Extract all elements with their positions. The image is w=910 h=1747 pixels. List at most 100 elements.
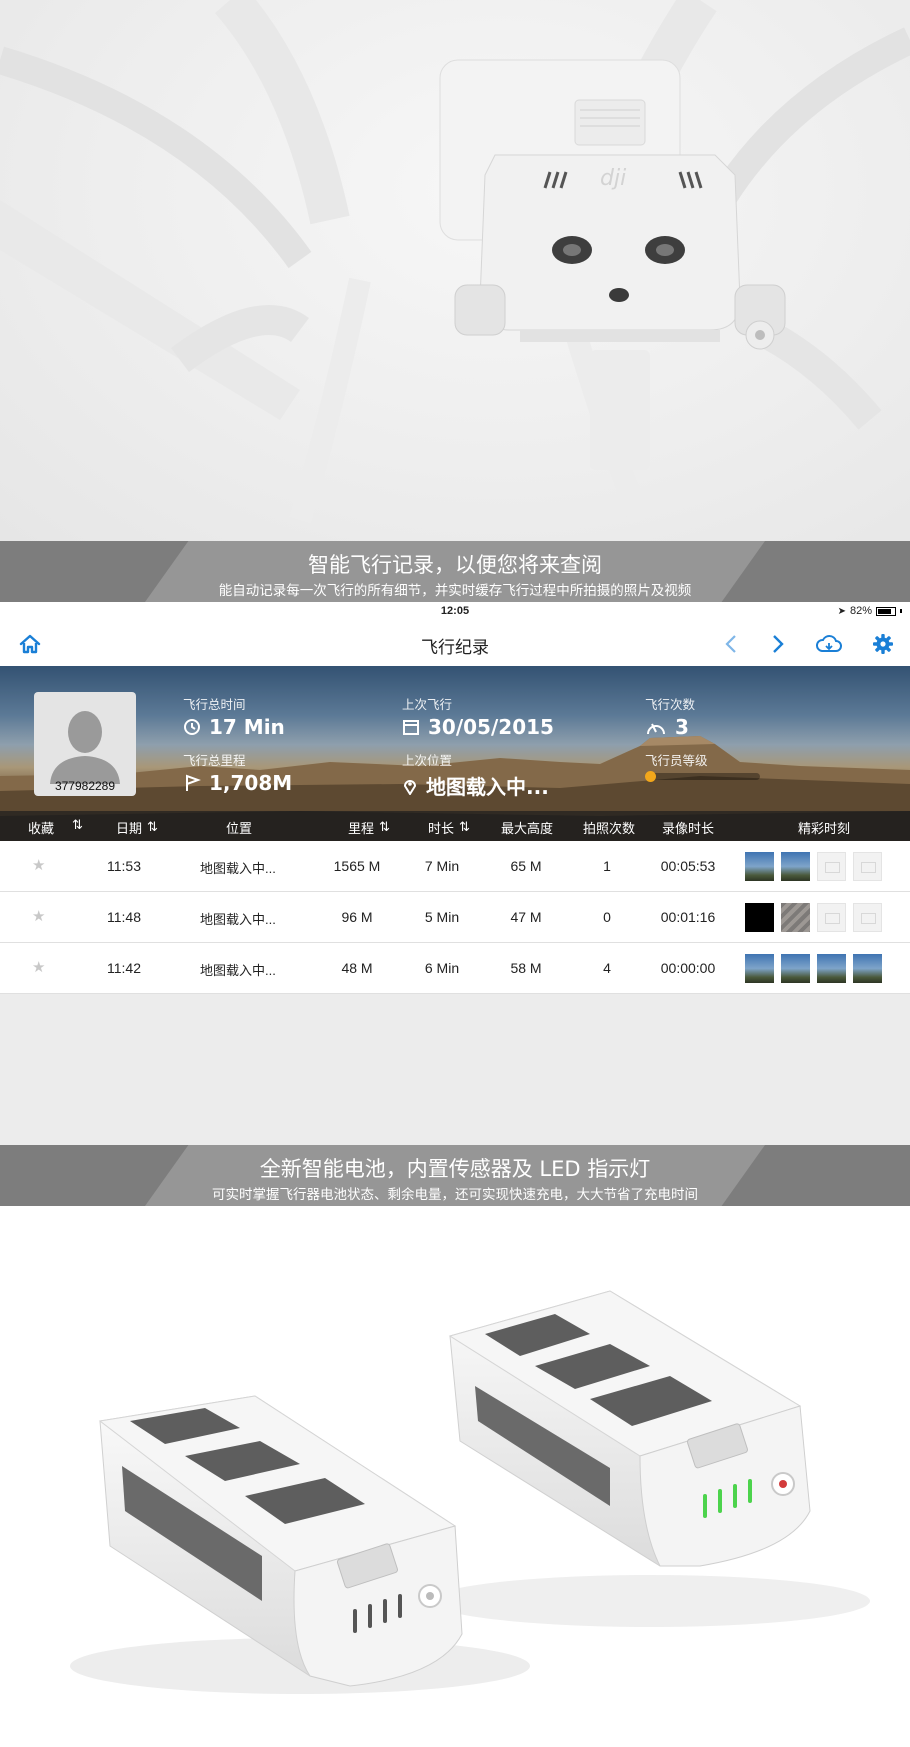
dji-logo: dji: [600, 166, 626, 191]
gauge-icon: [647, 723, 665, 735]
highlight-thumbnail[interactable]: [781, 852, 810, 881]
highlight-thumbnail[interactable]: [781, 954, 810, 983]
favorite-star-icon[interactable]: ★: [32, 907, 45, 925]
sort-favorite-icon[interactable]: ⇅: [72, 818, 83, 833]
highlight-thumbnail[interactable]: [745, 852, 774, 881]
user-id: 377982289: [54, 779, 116, 793]
table-row[interactable]: ★ 11:53 地图载入中... 1565 M 7 Min 65 M 1 00:…: [0, 841, 910, 892]
header-duration[interactable]: 时长 ⇅: [428, 818, 470, 837]
table-row[interactable]: ★ 11:48 地图载入中... 96 M 5 Min 47 M 0 00:01…: [0, 892, 910, 943]
row-altitude: 65 M: [510, 858, 542, 874]
chevron-right-icon: [773, 634, 784, 653]
row-duration: 7 Min: [424, 858, 460, 874]
stat-value: 地图载入中...: [426, 775, 549, 799]
battery-product-image: [0, 1206, 910, 1747]
stat-value: 1,708M: [209, 771, 293, 795]
settings-button[interactable]: [863, 621, 903, 666]
battery-icon: [876, 606, 896, 616]
highlight-placeholder-icon: [817, 903, 846, 932]
stat-pilot-level: 飞行员等级: [645, 750, 708, 769]
drone-hero-image: dji: [0, 0, 910, 541]
stat-label: 飞行次数: [645, 697, 696, 712]
stat-total-time: 飞行总时间 17 Min: [183, 694, 285, 739]
clock-icon: [184, 719, 200, 735]
row-time: 11:48: [107, 909, 141, 925]
row-altitude: 47 M: [510, 909, 542, 925]
pilot-level-bar: [645, 771, 760, 782]
header-label: 里程: [348, 822, 375, 837]
stat-total-distance: 飞行总里程 1,708M: [183, 750, 292, 795]
header-max-altitude: 最大高度: [501, 818, 553, 837]
stat-last-location: 上次位置 地图载入中...: [402, 750, 549, 800]
cloud-sync-button[interactable]: [809, 621, 849, 666]
cloud-sync-icon: [816, 634, 842, 652]
row-duration: 6 Min: [424, 960, 460, 976]
favorite-star-icon[interactable]: ★: [32, 856, 45, 874]
header-date[interactable]: 日期 ⇅: [116, 818, 158, 837]
stat-label: 上次飞行: [402, 697, 453, 712]
highlight-placeholder-icon: [817, 852, 846, 881]
header-label: 精彩时刻: [798, 822, 851, 837]
profile-header: 377982289 飞行总时间 17 Min 上次飞行 30/05/2015 飞…: [0, 666, 910, 841]
banner-subtitle: 可实时掌握飞行器电池状态、剩余电量，还可实现快速充电，大大节省了充电时间: [212, 1187, 698, 1203]
calendar-icon: [403, 720, 419, 735]
stat-label: 飞行员等级: [645, 753, 708, 768]
sort-icon: ⇅: [459, 820, 470, 835]
row-time: 11:53: [107, 858, 141, 874]
banner-subtitle: 能自动记录每一次飞行的所有细节，并实时缓存飞行过程中所拍摄的照片及视频: [218, 583, 692, 599]
favorite-star-icon[interactable]: ★: [32, 958, 45, 976]
stat-value: 17 Min: [209, 715, 285, 739]
header-label: 拍照次数: [583, 822, 636, 837]
banner-title: 全新智能电池，内置传感器及 LED 指示灯: [259, 1157, 651, 1181]
highlight-thumbnail[interactable]: [853, 954, 882, 983]
row-location: 地图载入中...: [200, 912, 276, 927]
highlight-thumbnail[interactable]: [745, 954, 774, 983]
stat-label: 飞行总里程: [183, 753, 246, 768]
chevron-left-icon: [725, 634, 736, 653]
stat-last-flight: 上次飞行 30/05/2015: [402, 694, 554, 739]
highlight-thumbnail[interactable]: [781, 903, 810, 932]
row-altitude: 58 M: [510, 960, 542, 976]
next-button[interactable]: [758, 621, 798, 666]
stat-value: 3: [675, 715, 689, 739]
row-time: 11:42: [107, 960, 141, 976]
row-video-length: 00:00:00: [660, 960, 716, 976]
row-photos: 4: [603, 960, 611, 976]
status-bar: 12:05 ➤ 82%: [0, 602, 910, 621]
status-time: 12:05: [440, 605, 470, 617]
header-label: 最大高度: [501, 822, 554, 837]
flight-log-screen: 12:05 ➤ 82% 飞行纪录 377982289 飞行总时间 17 Min …: [0, 602, 910, 1145]
location-pin-icon: [403, 779, 417, 795]
battery-left: [98, 1395, 463, 1687]
header-label: 时长: [428, 822, 455, 837]
battery-illustration: [70, 1290, 870, 1694]
header-favorite[interactable]: 收藏: [28, 818, 54, 837]
table-row[interactable]: ★ 11:42 地图载入中... 48 M 6 Min 58 M 4 00:00…: [0, 943, 910, 994]
header-video-length: 录像时长: [662, 818, 714, 837]
row-distance: 96 M: [341, 909, 373, 925]
row-distance: 1565 M: [333, 858, 381, 874]
sort-icon: ⇅: [379, 820, 390, 835]
header-label: 录像时长: [662, 822, 715, 837]
header-label: 收藏: [28, 822, 55, 837]
row-video-length: 00:05:53: [660, 858, 716, 874]
flag-icon: [186, 774, 201, 791]
avatar[interactable]: 377982289: [34, 692, 136, 796]
gear-icon: [873, 633, 893, 654]
table-header: 收藏 ⇅ 日期 ⇅ 位置 里程 ⇅ 时长 ⇅ 最大高度 拍照次数 录像时长 精彩时刻: [0, 811, 910, 841]
stat-label: 上次位置: [402, 753, 453, 768]
header-label: 位置: [226, 822, 253, 837]
feature-banner-flight-log: 智能飞行记录，以便您将来查阅 能自动记录每一次飞行的所有细节，并实时缓存飞行过程…: [0, 541, 910, 602]
row-location: 地图载入中...: [200, 861, 276, 876]
header-label: 日期: [116, 822, 143, 837]
stat-label: 飞行总时间: [183, 697, 246, 712]
battery-indicator: ➤ 82%: [838, 605, 902, 617]
banner-title: 智能飞行记录，以便您将来查阅: [308, 553, 602, 577]
highlight-thumbnail[interactable]: [817, 954, 846, 983]
flight-records-list: ★ 11:53 地图载入中... 1565 M 7 Min 65 M 1 00:…: [0, 841, 910, 994]
location-arrow-icon: ➤: [837, 605, 846, 617]
highlight-thumbnail[interactable]: [745, 903, 774, 932]
drone-illustration: dji: [0, 0, 910, 525]
prev-button[interactable]: [711, 621, 751, 666]
header-distance[interactable]: 里程 ⇅: [348, 818, 390, 837]
